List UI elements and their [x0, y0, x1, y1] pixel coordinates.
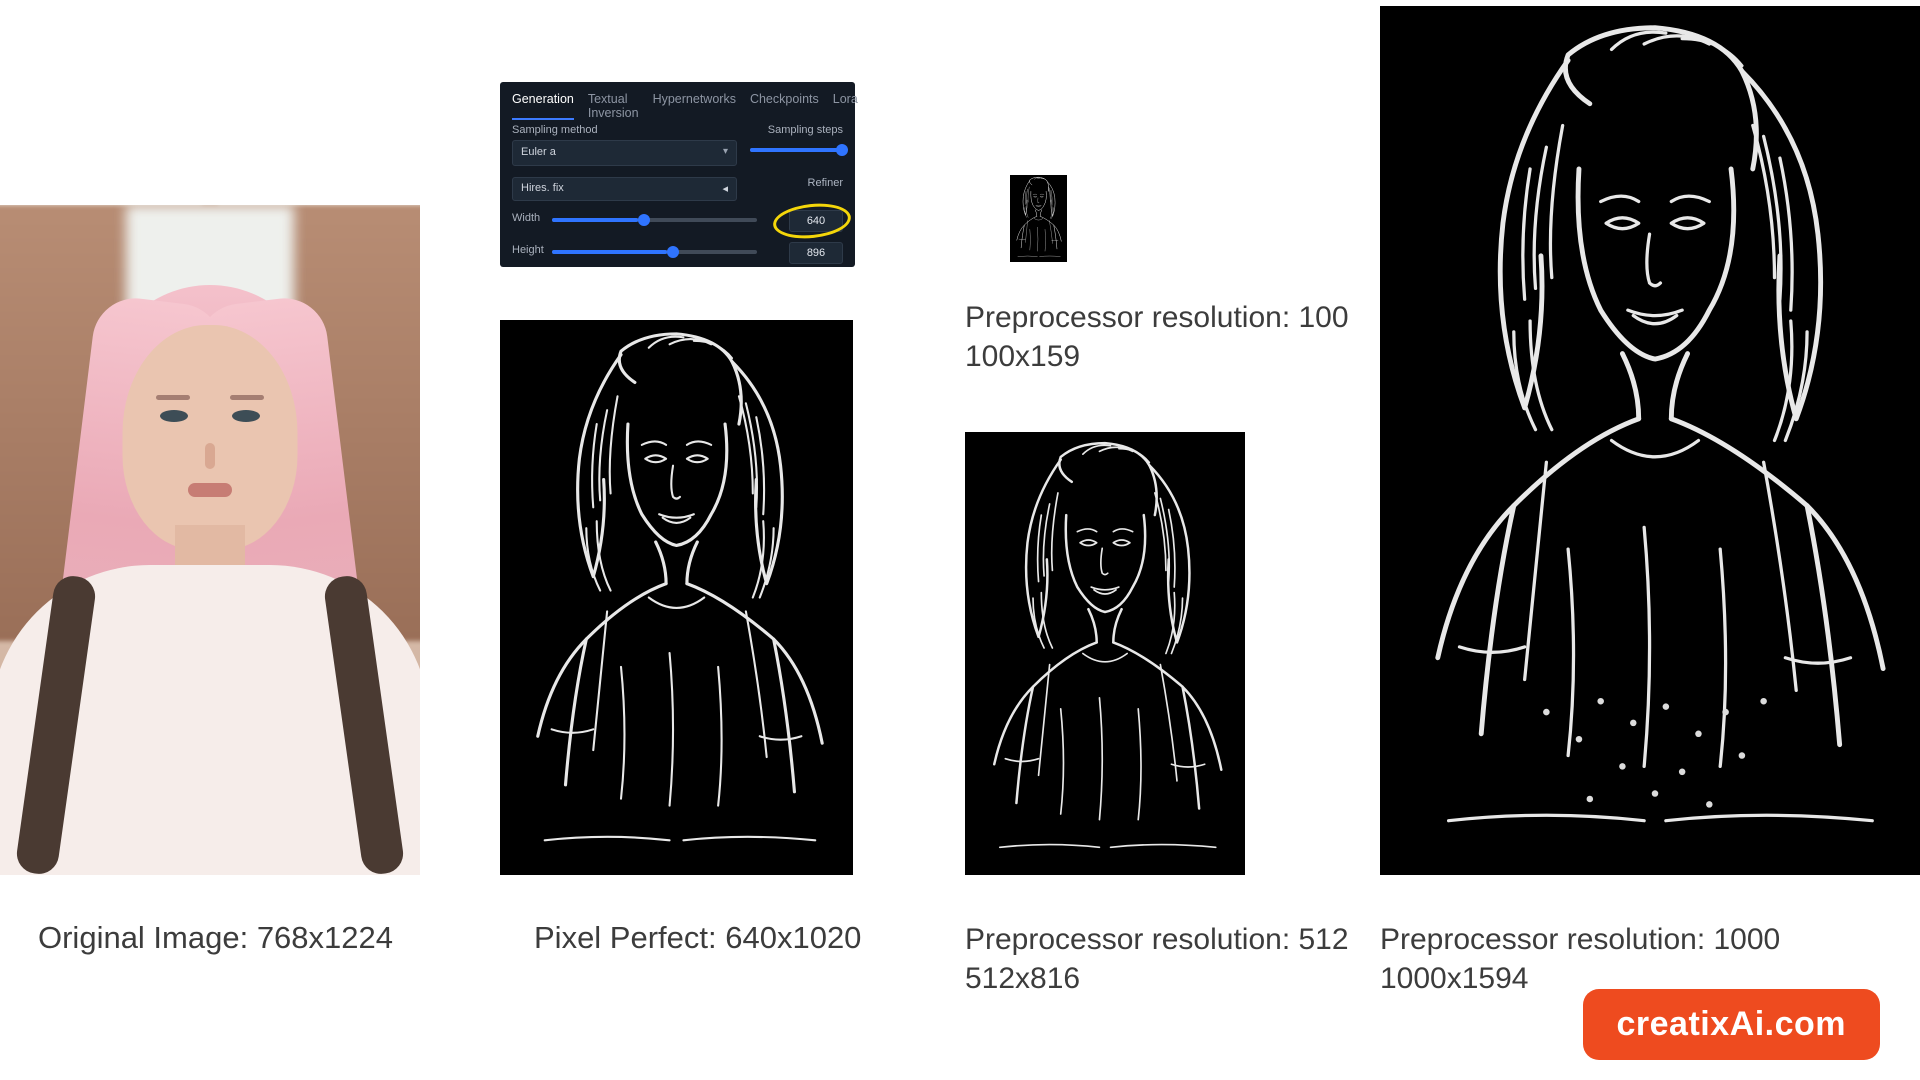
tab-checkpoints[interactable]: Checkpoints — [750, 92, 819, 120]
refiner-label: Refiner — [808, 177, 843, 189]
pixel-perfect-caption: Pixel Perfect: 640x1020 — [534, 920, 861, 956]
settings-tabs: Generation Textual Inversion Hypernetwor… — [500, 82, 855, 130]
caption-line: Preprocessor resolution: 1000 — [1380, 923, 1780, 956]
tab-textual-inversion[interactable]: Textual Inversion — [588, 92, 639, 120]
preprocessor-512-caption: Preprocessor resolution: 512 512x816 — [965, 920, 1349, 998]
sampling-steps-slider[interactable] — [750, 148, 842, 152]
pixel-perfect-edge-image — [500, 320, 853, 875]
width-label: Width — [512, 212, 540, 224]
tab-generation[interactable]: Generation — [512, 92, 574, 120]
preprocessor-1000-caption: Preprocessor resolution: 1000 1000x1594 — [1380, 920, 1780, 998]
hires-fix-label: Hires. fix — [521, 182, 564, 194]
height-slider[interactable] — [552, 250, 757, 254]
sampling-method-label: Sampling method — [512, 124, 598, 136]
width-value-input[interactable]: 640 — [789, 210, 843, 232]
tab-lora[interactable]: Lora — [833, 92, 858, 120]
height-label: Height — [512, 244, 544, 256]
original-caption: Original Image: 768x1224 — [38, 920, 393, 956]
sampling-steps-label: Sampling steps — [768, 124, 843, 136]
preprocessor-512-image — [965, 432, 1245, 875]
width-slider[interactable] — [552, 218, 757, 222]
brand-badge[interactable]: creatixAi.com — [1583, 989, 1881, 1060]
caption-line: 100x159 — [965, 340, 1080, 373]
preprocessor-100-caption: Preprocessor resolution: 100 100x159 — [965, 298, 1349, 376]
sampling-method-dropdown[interactable]: Euler a — [512, 140, 737, 166]
original-image-block — [0, 205, 420, 875]
height-value-input[interactable]: 896 — [789, 242, 843, 264]
original-photo — [0, 205, 420, 875]
caption-line: Preprocessor resolution: 512 — [965, 923, 1349, 956]
preprocessor-1000-image — [1380, 6, 1920, 875]
caption-line: 512x816 — [965, 962, 1080, 995]
caption-line: 1000x1594 — [1380, 962, 1528, 995]
generation-settings-panel: Generation Textual Inversion Hypernetwor… — [500, 82, 855, 267]
hires-fix-accordion[interactable]: Hires. fix ◂ — [512, 177, 737, 201]
preprocessor-100-image — [1010, 175, 1067, 262]
chevron-left-icon: ◂ — [722, 182, 728, 195]
tab-hypernetworks[interactable]: Hypernetworks — [653, 92, 736, 120]
caption-line: Preprocessor resolution: 100 — [965, 301, 1349, 334]
